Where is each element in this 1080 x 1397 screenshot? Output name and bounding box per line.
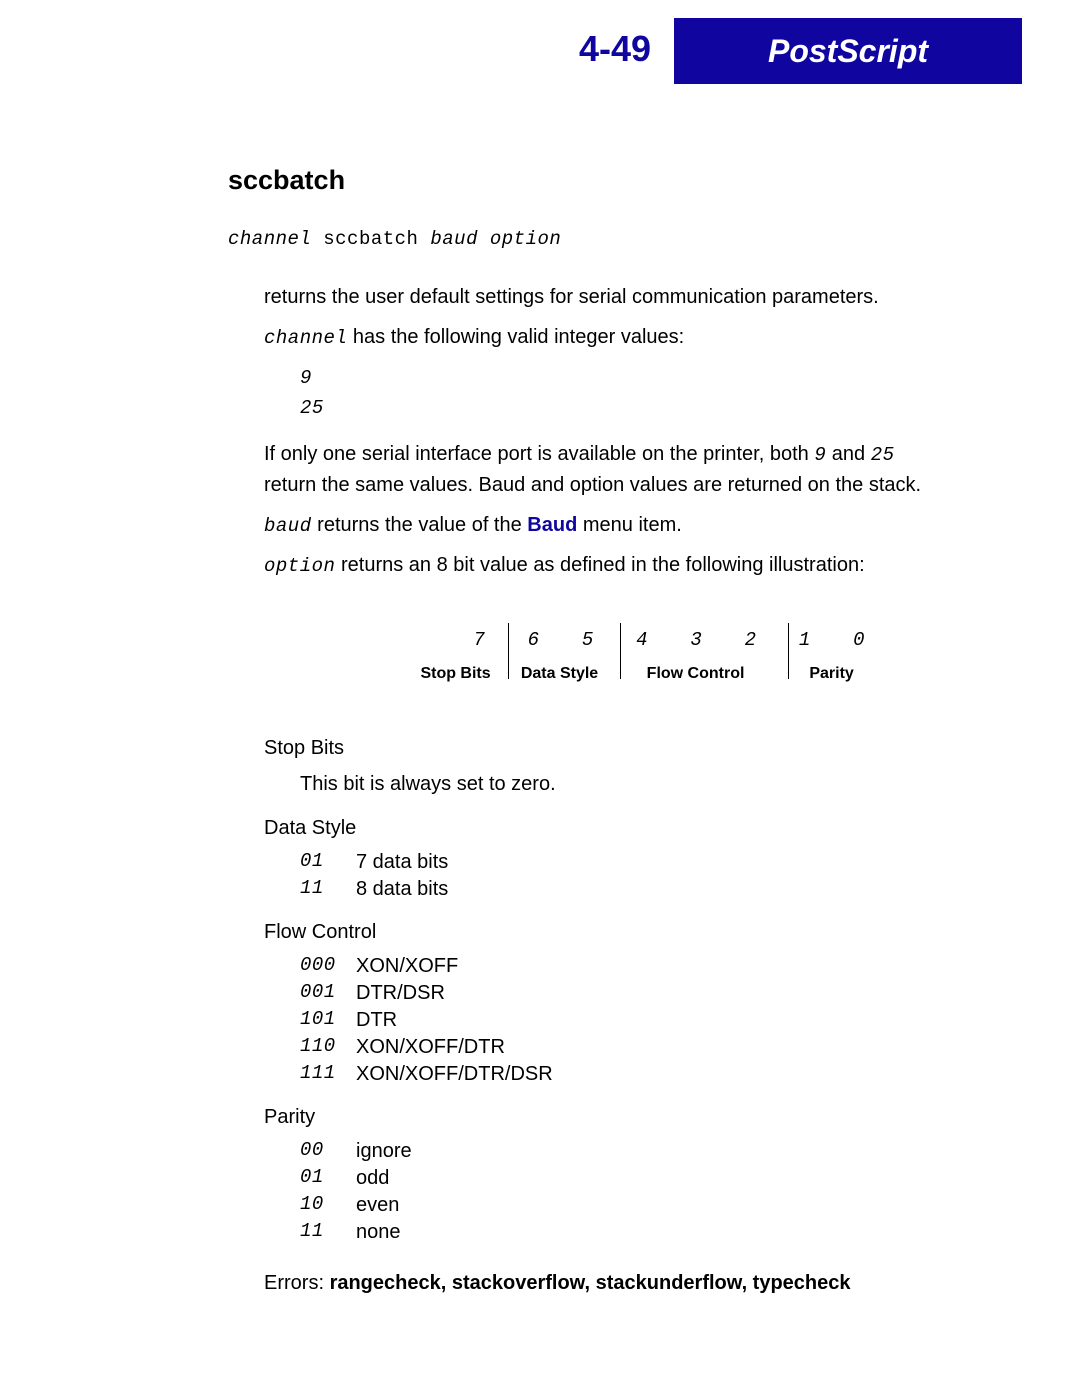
code: 111 (300, 1061, 356, 1088)
bitfield-divider (788, 623, 789, 679)
table-row: 110XON/XOFF/DTR (300, 1034, 948, 1061)
datastyle-term: Data Style (264, 813, 948, 843)
table-row: 00ignore (300, 1138, 948, 1165)
section-title: PostScript (674, 18, 1022, 84)
value: DTR (356, 1007, 397, 1034)
baud-menu-link[interactable]: Baud (527, 514, 577, 536)
option-paragraph: option returns an 8 bit value as defined… (264, 550, 948, 581)
code: 101 (300, 1007, 356, 1034)
page-content: sccbatch channel sccbatch baud option re… (228, 165, 948, 1308)
code: 11 (300, 1219, 356, 1246)
bit-num: 3 (669, 625, 723, 655)
code: 01 (300, 849, 356, 876)
table-row: 10even (300, 1192, 948, 1219)
bit-num: 7 (452, 625, 506, 655)
single-port-v2: 25 (871, 444, 895, 466)
single-port-end: return the same values. Baud and option … (264, 474, 921, 496)
sig-arg-channel: channel (228, 228, 311, 250)
baud-pre: returns the value of the (312, 514, 528, 536)
parity-table: 00ignore 01odd 10even 11none (300, 1138, 948, 1246)
body-indent: returns the user default settings for se… (264, 282, 948, 1298)
bit-num: 2 (723, 625, 777, 655)
flowcontrol-term: Flow Control (264, 917, 948, 947)
option-text: returns an 8 bit value as defined in the… (335, 554, 864, 576)
single-port-mid: and (826, 443, 870, 465)
bitfield-wrap: 7 6 5 4 3 2 1 0 Stop Bits Data Style Flo… (406, 625, 886, 689)
command-signature: channel sccbatch baud option (228, 228, 948, 250)
value: even (356, 1192, 399, 1219)
code: 001 (300, 980, 356, 1007)
option-param: option (264, 555, 335, 577)
channel-paragraph: channel has the following valid integer … (264, 322, 948, 353)
table-row: 000XON/XOFF (300, 953, 948, 980)
table-row: 001DTR/DSR (300, 980, 948, 1007)
page-number: 4-49 (579, 28, 651, 70)
page-number-box: 4-49 (556, 9, 674, 89)
value: odd (356, 1165, 389, 1192)
channel-value: 9 (300, 363, 948, 393)
bitfield-divider (508, 623, 509, 679)
baud-paragraph: baud returns the value of the Baud menu … (264, 510, 948, 541)
stopbits-term: Stop Bits (264, 733, 948, 763)
errors-list: rangecheck, stackoverflow, stackunderflo… (330, 1272, 851, 1294)
bit-label-flowcontrol: Flow Control (614, 659, 777, 689)
channel-param: channel (264, 327, 347, 349)
channel-value: 25 (300, 393, 948, 423)
code: 10 (300, 1192, 356, 1219)
table-row: 017 data bits (300, 849, 948, 876)
baud-param: baud (264, 515, 312, 537)
channel-values: 9 25 (300, 363, 948, 424)
table-row: 11none (300, 1219, 948, 1246)
table-row: 118 data bits (300, 876, 948, 903)
code: 000 (300, 953, 356, 980)
bitfield-diagram: 7 6 5 4 3 2 1 0 Stop Bits Data Style Flo… (406, 625, 886, 689)
code: 00 (300, 1138, 356, 1165)
section-title-text: PostScript (768, 33, 928, 70)
stopbits-desc: This bit is always set to zero. (300, 769, 948, 799)
command-heading: sccbatch (228, 165, 948, 196)
baud-post: menu item. (577, 514, 681, 536)
sig-cmd: sccbatch (323, 228, 418, 250)
bitfield-divider (620, 623, 621, 679)
value: XON/XOFF/DTR (356, 1034, 505, 1061)
bit-num: 1 (778, 625, 832, 655)
bit-label-datastyle: Data Style (505, 659, 614, 689)
errors-line: Errors: rangecheck, stackoverflow, stack… (264, 1268, 948, 1298)
table-row: 101DTR (300, 1007, 948, 1034)
definitions-list: Stop Bits This bit is always set to zero… (264, 733, 948, 1246)
value: XON/XOFF (356, 953, 458, 980)
code: 01 (300, 1165, 356, 1192)
table-row: 111XON/XOFF/DTR/DSR (300, 1061, 948, 1088)
single-port-v1: 9 (814, 444, 826, 466)
bit-labels-row: Stop Bits Data Style Flow Control Parity (406, 659, 886, 689)
code: 11 (300, 876, 356, 903)
single-port-paragraph: If only one serial interface port is ava… (264, 439, 948, 500)
bit-num: 5 (561, 625, 615, 655)
bit-label-parity: Parity (777, 659, 886, 689)
bit-num: 4 (615, 625, 669, 655)
value: none (356, 1219, 401, 1246)
bit-num: 0 (832, 625, 886, 655)
parity-term: Parity (264, 1102, 948, 1132)
sig-args-post: baud option (430, 228, 561, 250)
value: 8 data bits (356, 876, 448, 903)
value: 7 data bits (356, 849, 448, 876)
bit-numbers-row: 7 6 5 4 3 2 1 0 (406, 625, 886, 655)
value: DTR/DSR (356, 980, 445, 1007)
value: XON/XOFF/DTR/DSR (356, 1061, 553, 1088)
value: ignore (356, 1138, 412, 1165)
single-port-pre: If only one serial interface port is ava… (264, 443, 814, 465)
bit-num: 6 (506, 625, 560, 655)
channel-text: has the following valid integer values: (347, 326, 684, 348)
table-row: 01odd (300, 1165, 948, 1192)
intro-paragraph: returns the user default settings for se… (264, 282, 948, 312)
flowcontrol-table: 000XON/XOFF 001DTR/DSR 101DTR 110XON/XOF… (300, 953, 948, 1088)
code: 110 (300, 1034, 356, 1061)
bit-label-stopbits: Stop Bits (406, 659, 505, 689)
datastyle-table: 017 data bits 118 data bits (300, 849, 948, 903)
errors-label: Errors: (264, 1272, 330, 1294)
